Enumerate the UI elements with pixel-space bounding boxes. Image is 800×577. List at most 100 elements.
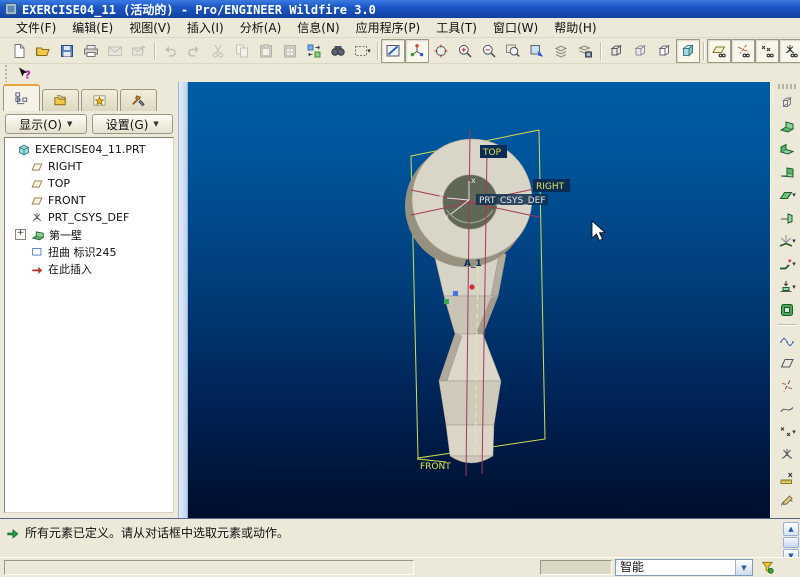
unattached-wall-button[interactable]: ▾ (774, 183, 800, 206)
send-mail-button[interactable] (103, 39, 127, 63)
view-manager-button[interactable] (573, 39, 597, 63)
dropdown-arrow-icon[interactable]: ▾ (792, 191, 796, 199)
datum-plane-tool-button[interactable] (774, 351, 800, 374)
tree-item-exercise04_11-prt[interactable]: EXERCISE04_11.PRT (7, 141, 173, 158)
selection-filter-combo[interactable]: 智能 ▼ (615, 559, 753, 576)
punch-button[interactable]: ▾ (774, 275, 800, 298)
title-bar[interactable]: EXERCISE04_11 (活动的) - Pro/ENGINEER Wildf… (0, 0, 800, 18)
menu-a[interactable]: 分析(A) (232, 18, 290, 37)
wireframe-button[interactable] (604, 39, 628, 63)
saved-views-button[interactable] (525, 39, 549, 63)
datum-csys-tool-button[interactable] (774, 443, 800, 466)
datum-axis-tool-button[interactable] (774, 374, 800, 397)
tree-item----[interactable]: +第一壁 (7, 226, 173, 243)
graphics-viewport[interactable]: x z y PRT_CSYS_DEF TOP RIGHT FRONT A_1 (188, 82, 770, 518)
right-plane-label[interactable]: RIGHT (536, 182, 565, 192)
dropdown-arrow-icon[interactable]: ▾ (367, 47, 371, 55)
menu-n[interactable]: 信息(N) (289, 18, 347, 37)
send-mail-link-button[interactable] (127, 39, 151, 63)
boundary-blend-button[interactable] (774, 328, 800, 351)
dropdown-arrow-icon[interactable]: ▾ (792, 260, 796, 268)
menu-i[interactable]: 插入(I) (179, 18, 232, 37)
menu-p[interactable]: 应用程序(P) (348, 18, 429, 37)
copy-button[interactable] (230, 39, 254, 63)
tree-expander[interactable]: + (15, 229, 26, 240)
refit-button[interactable] (501, 39, 525, 63)
open-button[interactable] (31, 39, 55, 63)
dropdown-arrow-icon[interactable]: ▾ (792, 283, 796, 291)
panel-splitter[interactable] (178, 82, 188, 518)
dropdown-arrow-icon[interactable]: ▾ (792, 428, 796, 436)
top-plane-label[interactable]: TOP (482, 148, 502, 158)
toolbar-grip[interactable] (778, 84, 796, 89)
csys-display-button[interactable] (779, 39, 800, 63)
form-button[interactable] (774, 298, 800, 321)
find-button[interactable] (326, 39, 350, 63)
wall-button[interactable] (774, 114, 800, 137)
menu-h[interactable]: 帮助(H) (546, 18, 604, 37)
menu-w[interactable]: 窗口(W) (485, 18, 546, 37)
favorites-tab[interactable] (81, 89, 118, 111)
layers-button[interactable] (549, 39, 573, 63)
show-menu-button[interactable]: 显示(O) ▼ (5, 114, 87, 134)
menu-v[interactable]: 视图(V) (121, 18, 179, 37)
redo-icon (186, 43, 202, 59)
tree-item-----[interactable]: 在此插入 (7, 260, 173, 277)
redo-button[interactable] (182, 39, 206, 63)
edge-bend-button[interactable]: ▾ (774, 252, 800, 275)
datum-point-tool-button[interactable]: ▾ (774, 420, 800, 443)
select-button[interactable]: ▾ (350, 39, 374, 63)
zoom-in-icon (457, 43, 473, 59)
folder-browser-tab[interactable] (42, 89, 79, 111)
extend-wall-button[interactable] (774, 206, 800, 229)
tree-item-prt_csys_def[interactable]: PRT_CSYS_DEF (7, 209, 173, 226)
tree-item-right[interactable]: RIGHT (7, 158, 173, 175)
front-plane-label[interactable]: FRONT (420, 462, 451, 472)
menu-t[interactable]: 工具(T) (428, 18, 485, 37)
sketch-tool-button[interactable] (774, 489, 800, 512)
undo-button[interactable] (158, 39, 182, 63)
tree-item-front[interactable]: FRONT (7, 192, 173, 209)
scroll-up-button[interactable]: ▲ (783, 522, 799, 536)
settings-menu-button[interactable]: 设置(G) ▼ (92, 114, 174, 134)
chevron-down-icon[interactable]: ▼ (735, 560, 752, 575)
save-button[interactable] (55, 39, 79, 63)
tree-item------245[interactable]: 扭曲 标识245 (7, 243, 173, 260)
view-manager-icon (577, 43, 593, 59)
scroll-thumb[interactable] (783, 537, 799, 548)
toolbar-grip[interactable] (4, 65, 9, 83)
zoom-in-button[interactable] (453, 39, 477, 63)
wire-cube-button[interactable] (774, 91, 800, 114)
menu-e[interactable]: 编辑(E) (64, 18, 121, 37)
hidden-line-button[interactable] (628, 39, 652, 63)
connections-tab[interactable] (120, 89, 157, 111)
axis-tag-label[interactable]: A_1 (464, 259, 482, 269)
tree-item-top[interactable]: TOP (7, 175, 173, 192)
point-display-button[interactable] (755, 39, 779, 63)
menu-f[interactable]: 文件(F) (8, 18, 64, 37)
redraw-button[interactable] (381, 39, 405, 63)
flange-wall-button[interactable] (774, 160, 800, 183)
csys-label[interactable]: PRT_CSYS_DEF (479, 196, 546, 206)
mouse-cursor (592, 221, 605, 241)
dropdown-arrow-icon[interactable]: ▾ (792, 237, 796, 245)
new-file-button[interactable] (7, 39, 31, 63)
axis-display-button[interactable] (731, 39, 755, 63)
zoom-out-button[interactable] (477, 39, 501, 63)
paste-special-button[interactable] (278, 39, 302, 63)
no-hidden-button[interactable] (652, 39, 676, 63)
flat-wall-button[interactable] (774, 137, 800, 160)
orient-button[interactable] (429, 39, 453, 63)
datum-curve-tool-button[interactable] (774, 397, 800, 420)
selection-filter-button[interactable] (757, 559, 777, 577)
bend-button[interactable]: ▾ (774, 229, 800, 252)
model-tree-tab[interactable] (3, 84, 40, 111)
print-button[interactable] (79, 39, 103, 63)
spin-center-button[interactable] (405, 39, 429, 63)
regenerate-button[interactable] (302, 39, 326, 63)
cut-button[interactable] (206, 39, 230, 63)
sketch-ruler-tool-button[interactable] (774, 466, 800, 489)
plane-display-button[interactable] (707, 39, 731, 63)
shaded-button[interactable] (676, 39, 700, 63)
paste-button[interactable] (254, 39, 278, 63)
